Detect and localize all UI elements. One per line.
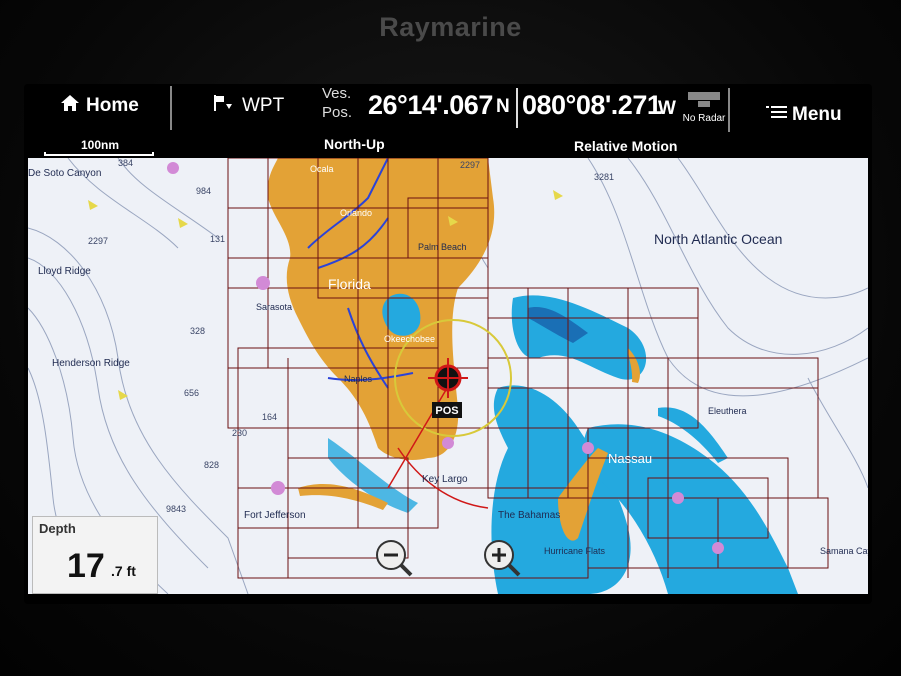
sounding: 984 bbox=[196, 186, 211, 196]
sounding: 828 bbox=[204, 460, 219, 470]
sounding: 164 bbox=[262, 412, 277, 422]
naples-label: Naples bbox=[344, 374, 373, 384]
sounding: 328 bbox=[190, 326, 205, 336]
depth-label: Depth bbox=[39, 521, 76, 536]
henderson-label: Henderson Ridge bbox=[52, 358, 130, 369]
depth-unit: .7 ft bbox=[111, 563, 136, 579]
bahamas-label: The Bahamas bbox=[498, 510, 560, 521]
divider bbox=[516, 88, 518, 128]
samana-cay-label: Samana Cay bbox=[820, 546, 868, 556]
brand-logo: Raymarine bbox=[379, 12, 522, 42]
menu-icon bbox=[766, 104, 788, 126]
longitude-value: 080°08'.271 bbox=[522, 90, 662, 120]
zoom-in-icon bbox=[484, 540, 521, 577]
zoom-out-icon bbox=[376, 540, 413, 577]
okeechobee-label: Okeechobee bbox=[384, 334, 435, 344]
sounding: 131 bbox=[210, 234, 225, 244]
orlando-label: Orlando bbox=[340, 208, 372, 218]
florida-label: Florida bbox=[328, 276, 371, 292]
nassau-label: Nassau bbox=[608, 451, 652, 466]
vessel-position-label: Ves. Pos. bbox=[322, 84, 352, 122]
scale-bar bbox=[44, 152, 154, 156]
waypoint-button[interactable]: WPT bbox=[212, 94, 284, 118]
vespos-line2: Pos. bbox=[322, 104, 353, 121]
sounding: 2297 bbox=[460, 160, 480, 170]
zoom-out-button[interactable] bbox=[374, 538, 414, 583]
divider bbox=[170, 86, 172, 130]
desoto-label: De Soto Canyon bbox=[28, 168, 101, 179]
ocala-label: Ocala bbox=[310, 164, 334, 174]
palm-beach-label: Palm Beach bbox=[418, 242, 467, 252]
latitude-hemisphere: N bbox=[496, 96, 510, 117]
radar-status[interactable]: No Radar bbox=[680, 90, 728, 124]
waypoint-label: WPT bbox=[242, 95, 285, 117]
longitude-hemisphere: W bbox=[658, 98, 676, 119]
sounding: 230 bbox=[232, 428, 247, 438]
chartplotter-screen: Home WPT Ves. Pos. 26°14'.067 N 080°08'.… bbox=[24, 84, 872, 604]
menu-button[interactable]: Menu bbox=[766, 104, 842, 126]
radar-icon bbox=[688, 92, 720, 107]
sounding: 9843 bbox=[166, 504, 186, 514]
home-button[interactable]: Home bbox=[60, 94, 139, 118]
divider bbox=[728, 88, 730, 132]
hurricane-flats-label: Hurricane Flats bbox=[544, 546, 606, 556]
top-bar: Home WPT Ves. Pos. 26°14'.067 N 080°08'.… bbox=[24, 84, 872, 156]
pos-label: POS bbox=[435, 405, 458, 417]
vespos-line1: Ves. bbox=[322, 85, 352, 102]
sounding: 2297 bbox=[88, 236, 108, 246]
radar-status-label: No Radar bbox=[682, 113, 726, 124]
sounding: 384 bbox=[118, 158, 133, 168]
depth-value: 17 bbox=[67, 547, 105, 585]
sarasota-label: Sarasota bbox=[256, 302, 292, 312]
sounding: 3281 bbox=[594, 172, 614, 182]
motion-mode[interactable]: Relative Motion bbox=[574, 138, 677, 154]
menu-label: Menu bbox=[792, 104, 842, 126]
orientation-mode[interactable]: North-Up bbox=[324, 136, 385, 152]
home-label: Home bbox=[86, 95, 139, 117]
sounding: 656 bbox=[184, 388, 199, 398]
atlantic-label: North Atlantic Ocean bbox=[654, 231, 782, 247]
zoom-in-button[interactable] bbox=[482, 538, 522, 583]
latitude-value: 26°14'.067 bbox=[368, 90, 493, 120]
depth-panel[interactable]: Depth 17 .7 ft bbox=[32, 516, 158, 594]
eleuthera-label: Eleuthera bbox=[708, 406, 747, 416]
waypoint-flag-icon bbox=[212, 94, 234, 118]
key-largo-label: Key Largo bbox=[422, 474, 468, 485]
home-icon bbox=[60, 94, 80, 118]
lloyd-label: Lloyd Ridge bbox=[38, 266, 91, 277]
fort-jefferson-label: Fort Jefferson bbox=[244, 510, 306, 521]
scale-label: 100nm bbox=[80, 138, 120, 152]
